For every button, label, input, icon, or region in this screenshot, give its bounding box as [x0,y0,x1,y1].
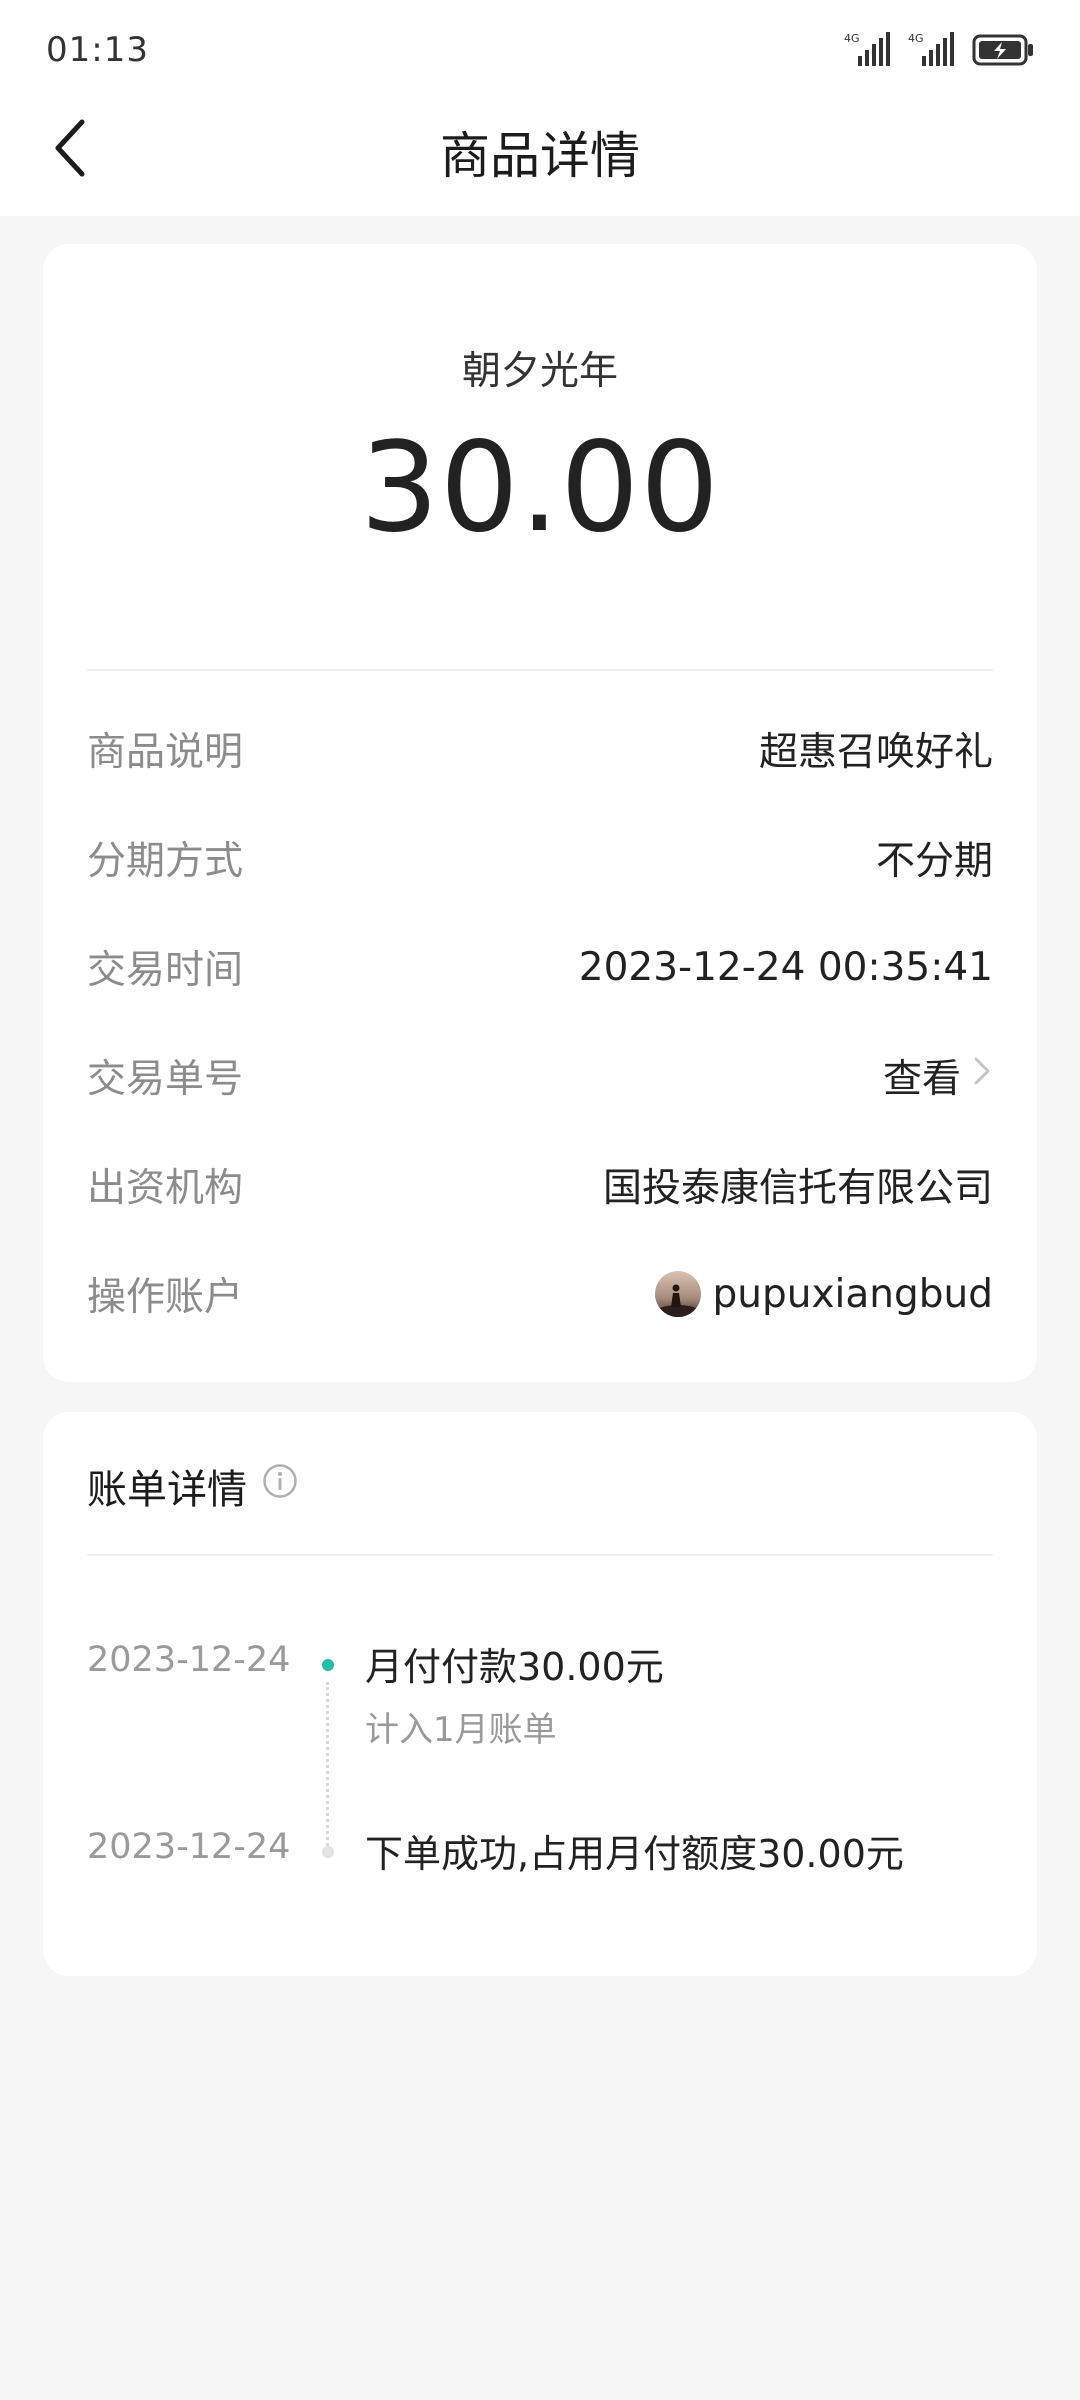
detail-value: 超惠召唤好礼 [758,730,993,775]
avatar [654,1271,701,1317]
detail-row-account: 操作账户 pupuxiangbud [87,1264,993,1324]
timeline-subtext: 计入1月账单 [365,1710,557,1750]
view-link-label: 查看 [882,1057,961,1102]
signal-label: 4G [908,32,924,45]
timeline-dot-active [322,1659,334,1671]
detail-value: 2023-12-24 00:35:41 [578,944,993,990]
timeline-text: 下单成功,占用月付额度30.00元 [365,1832,904,1876]
detail-label: 交易单号 [87,1057,244,1102]
detail-row-installment: 分期方式 不分期 [87,828,993,888]
signal-icon: 4G [844,32,894,72]
info-icon[interactable] [261,1462,299,1510]
status-icons: 4G 4G [844,28,1036,76]
detail-row-order-number[interactable]: 交易单号 查看 [87,1046,993,1106]
bill-card: 账单详情 2023-12-24 月付付款30.00元 计入1月账单 2023-1… [43,1412,1037,1976]
detail-label: 交易时间 [87,948,244,993]
timeline-date: 2023-12-24 [87,1640,291,1680]
page-title: 商品详情 [440,127,640,185]
account-value: pupuxiangbud [654,1271,993,1317]
timeline-connector [326,1682,329,1852]
timeline-date: 2023-12-24 [87,1827,291,1867]
detail-row-time: 交易时间 2023-12-24 00:35:41 [87,937,993,997]
product-name: 朝夕光年 [461,349,618,394]
status-time: 01:13 [46,30,149,70]
signal-label: 4G [844,32,860,45]
product-card: 朝夕光年 30.00 商品说明 超惠召唤好礼 分期方式 不分期 交易时间 202… [43,244,1037,1382]
chevron-right-icon [971,1053,993,1099]
product-amount: 30.00 [360,416,720,560]
detail-label: 操作账户 [87,1275,244,1320]
account-name: pupuxiangbud [712,1271,993,1317]
detail-row-funder: 出资机构 国投泰康信托有限公司 [87,1155,993,1215]
signal-icon: 4G [908,32,958,72]
timeline-dot [322,1846,334,1858]
detail-label: 出资机构 [87,1166,244,1211]
view-order-link[interactable]: 查看 [883,1048,993,1104]
divider [87,1554,993,1556]
detail-label: 商品说明 [87,730,244,775]
detail-value: 国投泰康信托有限公司 [602,1166,993,1211]
bill-title: 账单详情 [87,1467,247,1513]
top-bar: 01:13 4G 4G 商品详情 [0,0,1080,216]
bill-section-title: 账单详情 [87,1456,299,1516]
divider [87,669,993,671]
detail-row-description: 商品说明 超惠召唤好礼 [87,719,993,779]
battery-charging-icon [972,33,1036,71]
timeline-text: 月付付款30.00元 [365,1645,664,1689]
detail-label: 分期方式 [87,839,244,884]
detail-value: 不分期 [875,839,993,884]
